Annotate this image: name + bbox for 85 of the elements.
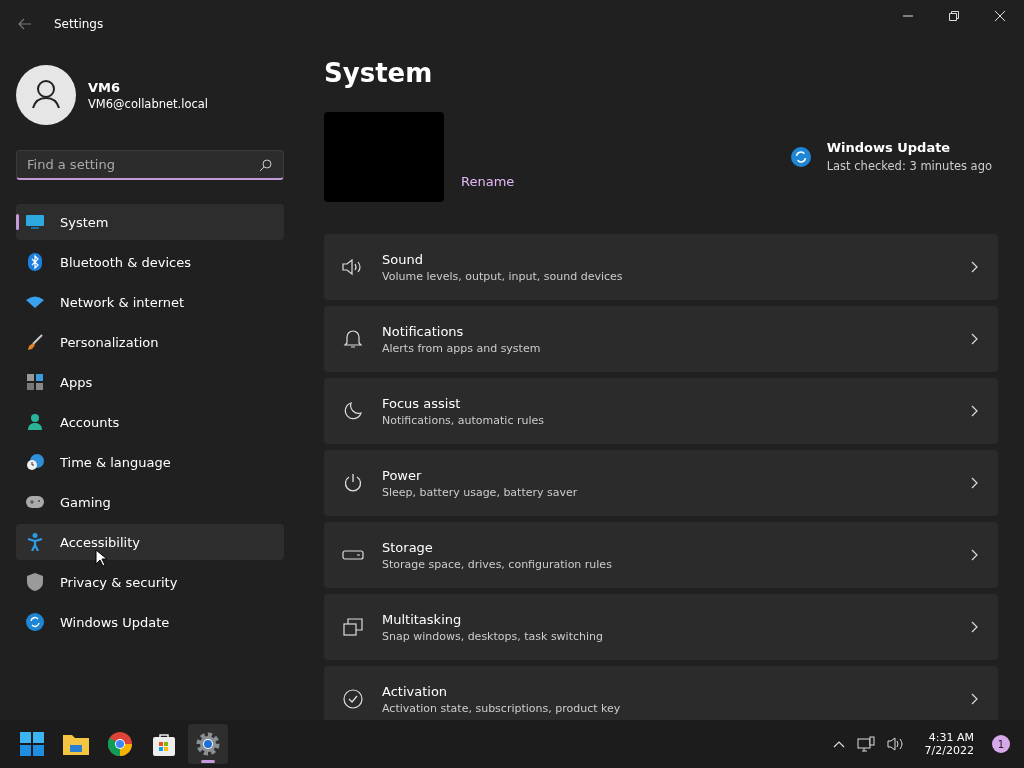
update-status: Last checked: 3 minutes ago [826, 159, 992, 173]
browser-icon [108, 732, 132, 756]
nav-item[interactable]: Accounts [16, 404, 284, 440]
card-description: Activation state, subscriptions, product key [382, 701, 622, 715]
nav-item[interactable]: Accessibility [16, 524, 284, 560]
card-description: Alerts from apps and system [382, 341, 542, 355]
wifi-icon [26, 296, 44, 308]
mouse-pointer-icon [95, 549, 107, 567]
drive-icon [342, 550, 364, 560]
card-description: Snap windows, desktops, task switching [382, 629, 604, 643]
windows-stack-icon [342, 618, 364, 636]
nav-item[interactable]: System [16, 204, 284, 240]
card-description: Storage space, drives, configuration rules [382, 557, 613, 571]
account-name: VM6 [88, 79, 122, 95]
apps-icon [26, 374, 44, 390]
check-circle-icon [342, 689, 364, 709]
settings-card[interactable]: Activation Activation state, subscriptions, product key [324, 666, 998, 720]
restore-icon[interactable] [948, 10, 960, 22]
avatar-icon [16, 65, 76, 125]
card-title: Activation [382, 683, 449, 699]
update-title[interactable]: Windows Update [826, 140, 992, 155]
nav-item[interactable]: Windows Update [16, 604, 284, 640]
window-title: Settings [54, 17, 104, 31]
chevron-icon [971, 693, 978, 705]
chevron-icon [971, 549, 978, 561]
nav-item[interactable]: Bluetooth & devices [16, 244, 284, 280]
nav-item[interactable]: Time & language [16, 444, 284, 480]
speaker-icon [342, 258, 364, 276]
settings-card[interactable]: Power Sleep, battery usage, battery saver [324, 450, 998, 516]
chevron-icon [971, 333, 978, 345]
moon-icon [342, 401, 364, 421]
gear-icon [196, 732, 220, 756]
card-description: Sleep, battery usage, battery saver [382, 485, 579, 499]
nav-item[interactable]: Privacy & security [16, 564, 284, 600]
update-icon [790, 146, 811, 167]
close-icon[interactable] [994, 10, 1006, 22]
globe-clock-icon [26, 453, 44, 471]
card-title: Focus assist [382, 395, 462, 411]
folder-icon [63, 733, 89, 755]
card-title: Power [382, 467, 423, 483]
brush-icon [26, 334, 44, 350]
nav-item[interactable]: Apps [16, 364, 284, 400]
back-icon[interactable] [18, 18, 32, 30]
chevron-icon [971, 477, 978, 489]
bluetooth-icon [26, 253, 44, 271]
card-description: Notifications, automatic rules [382, 413, 545, 427]
settings-card[interactable]: Sound Volume levels, output, input, sound devices [324, 234, 998, 300]
clock[interactable]: 4:31 AM 7/2/2022 [924, 731, 974, 757]
network-icon[interactable] [856, 736, 875, 752]
rename-link[interactable]: Rename [461, 174, 515, 189]
settings-card[interactable]: Multitasking Snap windows, desktops, task switching [324, 594, 998, 660]
power-icon [342, 473, 364, 493]
settings-card[interactable]: Focus assist Notifications, automatic rules [324, 378, 998, 444]
taskbar-app[interactable] [188, 724, 228, 764]
shield-icon [26, 573, 44, 591]
chevron-icon [971, 261, 978, 273]
page-title: System [324, 58, 434, 88]
search-field[interactable]: Find a setting [16, 150, 284, 180]
card-title: Storage [382, 539, 434, 555]
card-description: Volume levels, output, input, sound devices [382, 269, 624, 283]
card-title: Multitasking [382, 611, 463, 627]
gamepad-icon [26, 496, 44, 508]
person-icon [26, 413, 44, 431]
start-icon [20, 732, 44, 756]
nav-item[interactable]: Gaming [16, 484, 284, 520]
card-title: Sound [382, 251, 424, 267]
nav-item[interactable]: Network & internet [16, 284, 284, 320]
search-icon[interactable] [259, 159, 272, 172]
settings-card[interactable]: Notifications Alerts from apps and system [324, 306, 998, 372]
accessibility-icon [26, 533, 44, 551]
settings-card[interactable]: Storage Storage space, drives, configuration rules [324, 522, 998, 588]
notification-badge[interactable]: 1 [992, 735, 1010, 753]
speaker-icon[interactable] [886, 736, 905, 752]
chevron-up-icon[interactable] [832, 740, 845, 748]
account-email: VM6@collabnet.local [88, 96, 209, 111]
bell-icon [342, 329, 364, 349]
store-bag-icon [153, 732, 175, 756]
monitor-icon [26, 214, 44, 230]
chevron-icon [971, 621, 978, 633]
chevron-icon [971, 405, 978, 417]
nav-item[interactable]: Personalization [16, 324, 284, 360]
card-title: Notifications [382, 323, 465, 339]
active-indicator [201, 760, 215, 763]
selection-indicator [16, 214, 19, 230]
update-icon [26, 613, 44, 631]
